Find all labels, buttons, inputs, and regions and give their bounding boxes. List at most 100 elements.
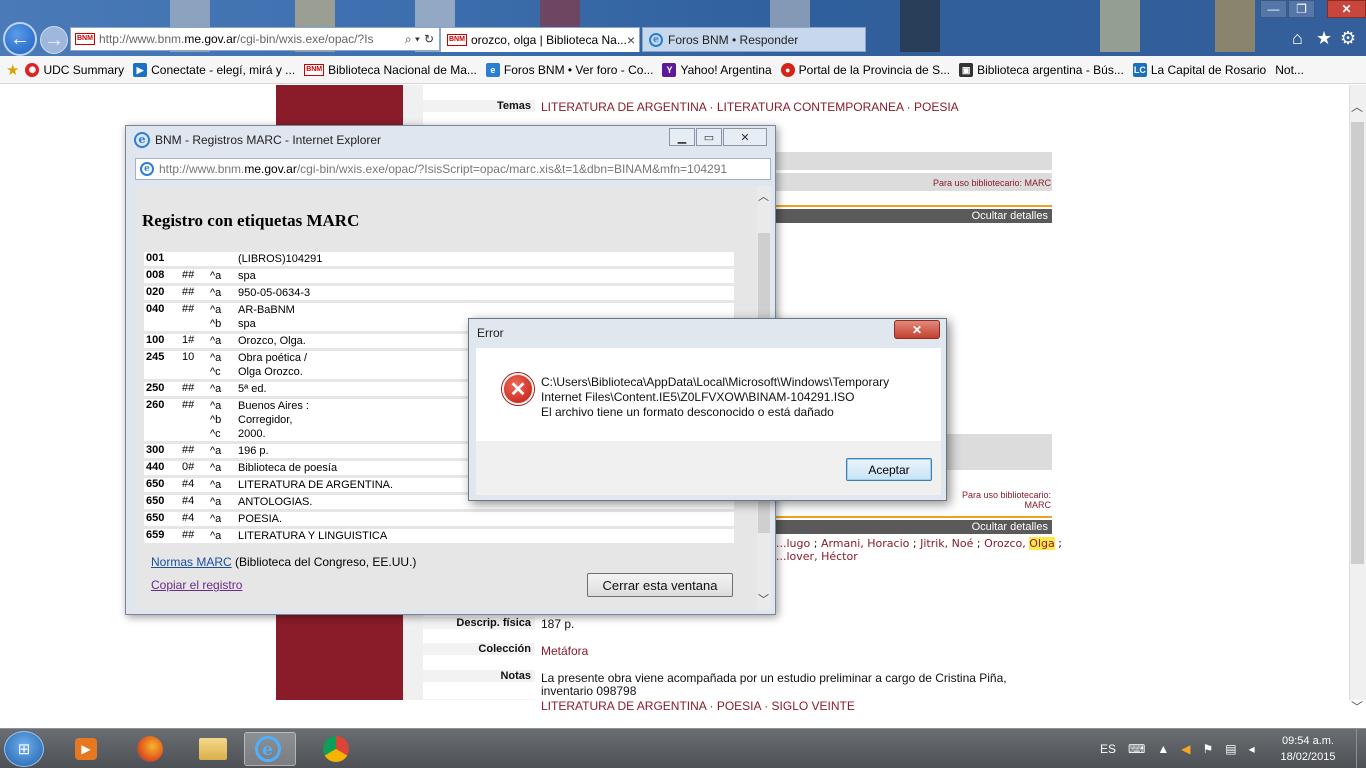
biblioteca-icon: ▣ bbox=[959, 62, 974, 77]
tab-foros[interactable]: e Foros BNM • Responder bbox=[642, 27, 866, 52]
coleccion-link[interactable]: Metáfora bbox=[541, 644, 588, 658]
favorite-yahoo[interactable]: Y Yahoo! Argentina bbox=[662, 62, 772, 77]
forward-button[interactable]: → bbox=[40, 26, 68, 54]
taskbar-chrome[interactable] bbox=[310, 732, 362, 766]
marc-subfield: ^a LITERATURA Y LINGUISTICA bbox=[210, 529, 387, 543]
language-indicator[interactable]: ES bbox=[1100, 742, 1116, 756]
marc-subfields: ^a Obra poética / ^c Olga Orozco. bbox=[210, 351, 307, 379]
tools-gear-icon[interactable]: ⚙ bbox=[1340, 28, 1356, 49]
scroll-down-icon[interactable]: ﹀ bbox=[1351, 698, 1363, 715]
favorites-star-icon[interactable]: ★ bbox=[1316, 28, 1332, 49]
favorite-bnm[interactable]: BNM Biblioteca Nacional de Ma... bbox=[304, 63, 477, 77]
marc-close-button[interactable]: ✕ bbox=[723, 128, 767, 146]
marc-subfield-text: AR-BaBNM bbox=[238, 304, 295, 316]
favorite-foros[interactable]: e Foros BNM • Ver foro - Co... bbox=[485, 62, 653, 77]
favorites-add-icon[interactable]: ★ bbox=[6, 61, 19, 79]
marc-subfield-code: ^a bbox=[210, 462, 222, 474]
marc-tag: 650 bbox=[146, 478, 165, 490]
aceptar-button[interactable]: Aceptar bbox=[846, 458, 932, 481]
tab-close-icon[interactable]: × bbox=[627, 32, 635, 48]
taskbar-media-player[interactable]: ▶ bbox=[60, 732, 112, 766]
page-scrollbar-thumb[interactable] bbox=[1351, 122, 1364, 564]
restore-button[interactable]: ❐ bbox=[1288, 0, 1315, 18]
browser-chrome: ← → BNM http://www.bnm. me.gov.ar/cgi-bin… bbox=[0, 0, 1366, 56]
author-link[interactable]: Armani, Horacio bbox=[821, 537, 909, 550]
system-tray: ES ⌨ ▲ ◀ ⚑ ▤ ◂ bbox=[1100, 729, 1267, 768]
address-bar[interactable]: BNM http://www.bnm. me.gov.ar/cgi-bin/wxi… bbox=[70, 27, 440, 51]
marc-subfields: ^a Biblioteca de poesía bbox=[210, 461, 337, 475]
home-icon[interactable]: ⌂ bbox=[1292, 28, 1303, 49]
copiar-registro-link[interactable]: Copiar el registro bbox=[151, 578, 242, 592]
tray-expand-icon[interactable]: ▲ bbox=[1157, 742, 1169, 756]
favorite-udc[interactable]: ✺ UDC Summary bbox=[25, 62, 124, 77]
keyboard-icon[interactable]: ⌨ bbox=[1128, 742, 1145, 756]
marc-row: 001 (LIBROS)104291 bbox=[144, 252, 734, 266]
tema-link[interactable]: POESIA bbox=[914, 100, 959, 114]
marc-heading: Registro con etiquetas MARC bbox=[142, 211, 360, 230]
tema-link[interactable]: LITERATURA DE ARGENTINA bbox=[541, 699, 706, 713]
cerrar-ventana-button[interactable]: Cerrar esta ventana bbox=[587, 573, 733, 597]
taskbar-explorer[interactable] bbox=[187, 732, 239, 766]
marc-subfield-text: spa bbox=[238, 270, 256, 282]
minimize-button[interactable]: — bbox=[1260, 0, 1287, 18]
marc-window-titlebar: e BNM - Registros MARC - Internet Explor… bbox=[134, 132, 381, 148]
scroll-down-icon[interactable]: ﹀ bbox=[758, 591, 769, 607]
error-close-button[interactable]: ✕ bbox=[894, 320, 940, 339]
favorite-conectate[interactable]: ▶ Conectate - elegí, mirá y ... bbox=[133, 62, 295, 77]
network-icon[interactable]: ▤ bbox=[1225, 742, 1236, 756]
volume-icon[interactable]: ◂ bbox=[1249, 742, 1255, 756]
author-link[interactable]: ...lugo bbox=[776, 537, 810, 550]
temas-bottom-values: LITERATURA DE ARGENTINA · POESIA · SIGLO… bbox=[541, 699, 855, 713]
scroll-up-icon[interactable]: ︿ bbox=[758, 188, 769, 204]
marc-tag: 440 bbox=[146, 461, 165, 473]
taskbar-internet-explorer[interactable]: e bbox=[244, 732, 296, 766]
marc-link[interactable]: Para uso bibliotecario: MARC bbox=[946, 490, 1051, 510]
windows-logo-icon: ⊞ bbox=[17, 741, 31, 758]
marc-subfield: ^a Orozco, Olga. bbox=[210, 334, 306, 348]
scroll-up-icon[interactable]: ︿ bbox=[1351, 98, 1363, 115]
tema-link[interactable]: LITERATURA DE ARGENTINA bbox=[541, 100, 706, 114]
author-highlight[interactable]: Olga bbox=[1029, 537, 1055, 550]
action-center-flag-icon[interactable]: ⚑ bbox=[1202, 742, 1213, 756]
marc-subfield-code: ^a bbox=[210, 270, 222, 282]
bnm-favicon: BNM bbox=[447, 34, 467, 46]
tema-link[interactable]: SIGLO VEINTE bbox=[772, 699, 855, 713]
favorite-label: Biblioteca argentina - Bús... bbox=[977, 62, 1124, 77]
author-link[interactable]: Jitrik, Noé bbox=[920, 537, 973, 550]
lacapital-icon: LC bbox=[1132, 62, 1147, 77]
separator: · bbox=[706, 699, 717, 713]
marc-restore-button[interactable]: ▭ bbox=[696, 128, 722, 146]
taskbar-firefox[interactable] bbox=[124, 732, 176, 766]
normas-marc-link[interactable]: Normas MARC bbox=[151, 555, 232, 569]
speaker-icon[interactable]: ◀ bbox=[1181, 742, 1190, 756]
marc-tag: 659 bbox=[146, 529, 165, 541]
favorite-portal[interactable]: ● Portal de la Provincia de S... bbox=[780, 62, 950, 77]
author-link[interactable]: Orozco, bbox=[984, 537, 1026, 550]
ocultar-detalles-link[interactable]: Ocultar detalles bbox=[772, 209, 1052, 223]
marc-subfield: ^a AR-BaBNM bbox=[210, 303, 295, 317]
close-window-button[interactable]: ✕ bbox=[1327, 0, 1366, 18]
ocultar-detalles-link[interactable]: Ocultar detalles bbox=[772, 520, 1052, 534]
marc-indicator: #4 bbox=[182, 495, 195, 507]
restore-icon: ▭ bbox=[703, 131, 715, 144]
marc-address-bar[interactable]: e http://www.bnm. me.gov.ar/cgi-bin/wxis.… bbox=[135, 158, 771, 180]
search-icon[interactable]: ⌕ ▾ bbox=[401, 32, 424, 47]
favorite-lacapital[interactable]: LC La Capital de Rosario bbox=[1132, 62, 1266, 77]
show-desktop-button[interactable] bbox=[1356, 729, 1366, 768]
author-link[interactable]: ...lover, Héctor bbox=[776, 550, 858, 563]
marc-subfield-text: Corregidor, bbox=[238, 414, 293, 426]
back-button[interactable]: ← bbox=[3, 22, 37, 56]
clock[interactable]: 09:54 a.m. 18/02/2015 bbox=[1268, 733, 1348, 765]
tema-link[interactable]: LITERATURA CONTEMPORANEA bbox=[717, 100, 903, 114]
marc-link[interactable]: Para uso bibliotecario: MARC bbox=[900, 178, 1051, 188]
marc-minimize-button[interactable]: ▁ bbox=[669, 128, 695, 146]
start-button[interactable]: ⊞ bbox=[4, 731, 44, 767]
arrow-left-icon: ← bbox=[10, 27, 30, 50]
tema-link[interactable]: POESIA bbox=[717, 699, 761, 713]
favorite-not[interactable]: Not... bbox=[1275, 63, 1304, 77]
normas-suffix: (Biblioteca del Congreso, EE.UU.) bbox=[231, 555, 417, 569]
favorite-biblioteca-argentina[interactable]: ▣ Biblioteca argentina - Bús... bbox=[959, 62, 1124, 77]
refresh-icon[interactable]: ↻ bbox=[424, 32, 439, 46]
tab-orozco[interactable]: BNM orozco, olga | Biblioteca Na... × bbox=[440, 27, 640, 52]
marc-subfield: ^a 950-05-0634-3 bbox=[210, 286, 310, 300]
